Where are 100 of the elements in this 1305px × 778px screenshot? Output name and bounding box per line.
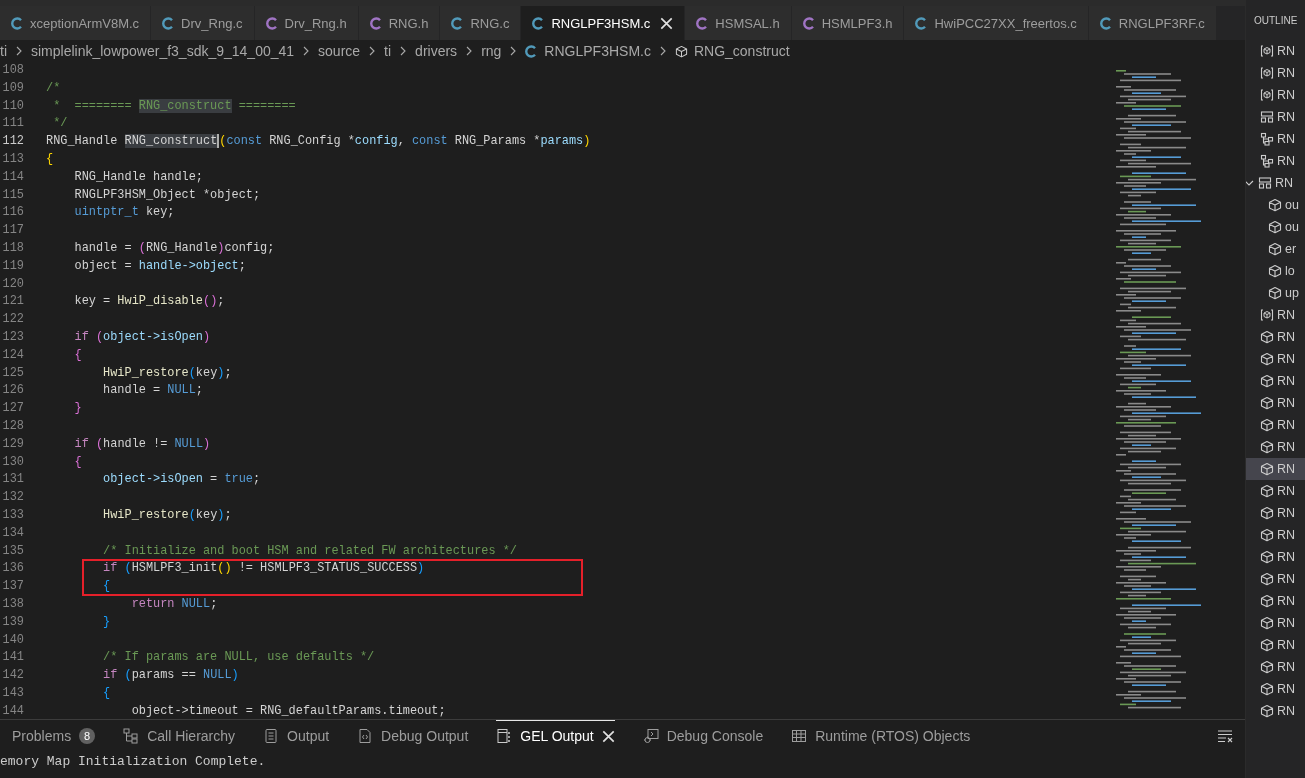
cube-icon	[1268, 286, 1282, 300]
code-line: if (object->isOpen)	[73, 328, 212, 346]
editor-tab[interactable]: xceptionArmV8M.c	[0, 6, 152, 40]
outline-item[interactable]: RN	[1246, 436, 1305, 458]
c-file-icon	[11, 16, 24, 30]
outline-item[interactable]: RN	[1246, 304, 1305, 326]
editor-tab[interactable]: RNG.h	[358, 6, 441, 40]
clear-output-icon[interactable]	[1217, 729, 1233, 743]
outline-item[interactable]: RN	[1246, 590, 1305, 612]
cube-icon	[1260, 704, 1274, 718]
code-line: {	[46, 151, 55, 168]
breadcrumb-item[interactable]: simplelink_lowpower_f3_sdk_9_14_00_41	[31, 43, 295, 59]
line-number: 126	[1, 382, 24, 400]
breadcrumb-item[interactable]: ti	[384, 43, 392, 59]
line-number: 128	[1, 417, 24, 435]
chevron-right-icon	[465, 46, 474, 56]
code-line: if (HSMLPF3_init() != HSMLPF3_STATUS_SUCCESS)	[102, 560, 426, 578]
breadcrumb-item[interactable]: source	[318, 43, 361, 59]
panel-tab[interactable]: Problems 8	[12, 720, 96, 752]
outline-item[interactable]: RN	[1246, 700, 1305, 722]
panel-tab[interactable]: Call Hierarchy	[123, 720, 236, 752]
panel-tab[interactable]: Debug Console	[642, 720, 764, 752]
breadcrumb-item[interactable]: ti	[0, 43, 7, 59]
editor-tab[interactable]: HSMLPF3.h	[791, 6, 905, 40]
outline-item[interactable]: up	[1246, 282, 1305, 304]
line-number: 144	[1, 702, 24, 719]
panel-tab[interactable]: GEL Output	[496, 720, 615, 752]
line-number: 109	[1, 79, 24, 97]
chevron-right-icon	[509, 46, 518, 56]
c-file-icon	[915, 16, 929, 30]
outline-item[interactable]: RN	[1246, 656, 1305, 678]
panel-tab[interactable]: Output	[263, 720, 330, 752]
editor-tab[interactable]: HwiPCC27XX_freertos.c	[904, 6, 1089, 40]
outline-item[interactable]: lo	[1246, 260, 1305, 282]
outline-item[interactable]: RN	[1246, 40, 1305, 62]
outline-item[interactable]: RN	[1246, 348, 1305, 370]
outline-item[interactable]: RN	[1246, 84, 1305, 106]
code-line: object->timeout = RNG_defaultParams.timeout;	[130, 702, 447, 719]
editor-tab[interactable]: Drv_Rng.h	[254, 6, 359, 40]
editor-tab[interactable]: RNGLPF3HSM.c	[521, 6, 686, 40]
outline-item[interactable]: er	[1246, 238, 1305, 260]
struct-icon	[1260, 110, 1274, 124]
outline-item[interactable]: RN	[1246, 172, 1305, 194]
outline-item[interactable]: RN	[1246, 326, 1305, 348]
cube-icon	[1268, 264, 1282, 278]
close-icon[interactable]	[660, 16, 674, 30]
cube-icon	[1260, 462, 1274, 476]
outline-item[interactable]: RN	[1246, 568, 1305, 590]
outline-item[interactable]: RN	[1246, 128, 1305, 150]
line-number: 113	[1, 151, 24, 168]
cube-icon	[1260, 484, 1274, 498]
outline-item[interactable]: RN	[1246, 150, 1305, 172]
editor-tab[interactable]: Drv_Rng.c	[151, 6, 255, 40]
code-line: {	[73, 346, 83, 364]
cube-icon	[1260, 374, 1274, 388]
outline-item[interactable]: RN	[1246, 502, 1305, 524]
outline-item[interactable]: RN	[1246, 62, 1305, 84]
code-line: /* Initialize and boot HSM and related FW architectures */	[102, 542, 518, 560]
hierarchy-icon	[123, 728, 140, 744]
editor-tab[interactable]: RNG.c	[440, 6, 522, 40]
cube-icon	[1260, 660, 1274, 674]
line-number: 130	[1, 453, 24, 471]
outline-item[interactable]: RN	[1246, 458, 1305, 480]
breadcrumb-item[interactable]: RNGLPF3HSM.c	[544, 43, 651, 59]
chevron-icon[interactable]	[1246, 178, 1254, 188]
outline-item[interactable]: ou	[1246, 194, 1305, 216]
breadcrumb-item[interactable]: drivers	[415, 43, 458, 59]
outline-item[interactable]: RN	[1246, 370, 1305, 392]
editor-tab[interactable]: RNGLPF3RF.c	[1088, 6, 1217, 40]
cube-icon	[1260, 418, 1274, 432]
breadcrumb-item[interactable]: rng	[481, 43, 502, 59]
chevron-right-icon	[368, 46, 377, 56]
outline-item[interactable]: RN	[1246, 612, 1305, 634]
outline-item[interactable]: ou	[1246, 216, 1305, 238]
line-number: 122	[1, 311, 24, 329]
outline-item[interactable]: RN	[1246, 678, 1305, 700]
cube-icon	[1260, 440, 1274, 454]
panel-tab[interactable]: Debug Output	[357, 720, 469, 752]
close-icon[interactable]	[601, 729, 615, 743]
outline-item[interactable]: RN	[1246, 524, 1305, 546]
cube-icon	[1260, 638, 1274, 652]
cube-icon	[1260, 572, 1274, 586]
code-line: handle = NULL;	[102, 382, 204, 400]
code-line: HwiP_restore(key);	[102, 506, 233, 524]
line-number: 134	[1, 524, 24, 542]
c-file-icon	[802, 16, 816, 30]
line-number: 110	[1, 97, 24, 115]
outline-item[interactable]: RN	[1246, 414, 1305, 436]
editor-tab[interactable]: HSMSAL.h	[685, 6, 792, 40]
outline-item[interactable]: RN	[1246, 634, 1305, 656]
chevron-right-icon	[302, 46, 311, 56]
panel-tab[interactable]: Runtime (RTOS) Objects	[791, 720, 971, 752]
line-number: 139	[1, 613, 24, 631]
line-number: 138	[1, 595, 24, 613]
outline-item[interactable]: RN	[1246, 392, 1305, 414]
outline-item[interactable]: RN	[1246, 546, 1305, 568]
breadcrumb-item[interactable]: RNG_construct	[693, 43, 790, 59]
outline-item[interactable]: RN	[1246, 480, 1305, 502]
outline-item[interactable]: RN	[1246, 106, 1305, 128]
document-icon	[496, 728, 513, 744]
